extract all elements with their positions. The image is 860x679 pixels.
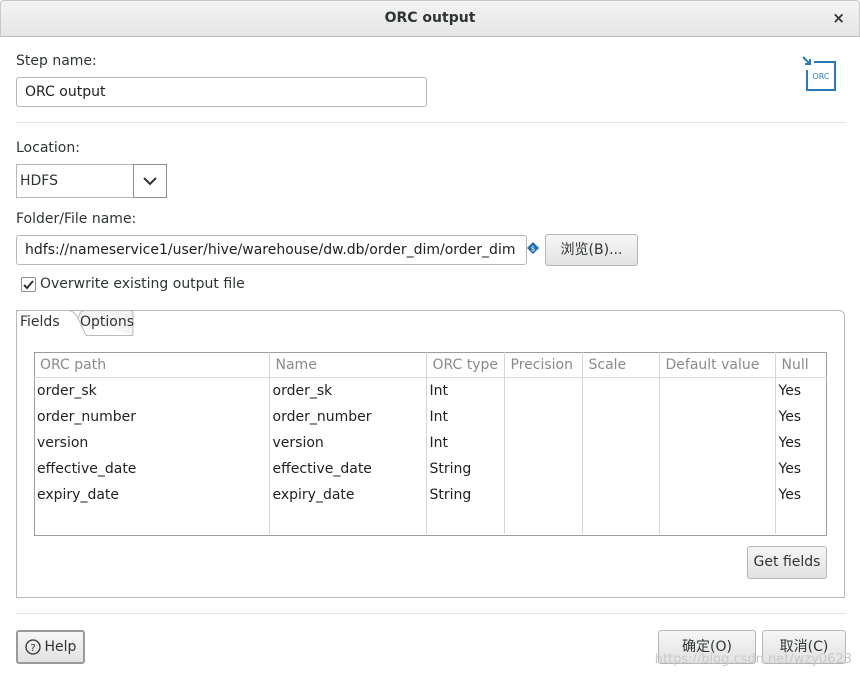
cell-orc-path[interactable]: expiry_date — [34, 482, 270, 508]
cell-null[interactable]: Yes — [775, 482, 827, 508]
cell-orc-type[interactable]: String — [426, 482, 505, 508]
cell-scale[interactable] — [582, 456, 660, 482]
column-header-default-value[interactable]: Default value — [659, 352, 776, 378]
overwrite-label: Overwrite existing output file — [40, 276, 245, 292]
location-select[interactable]: HDFS — [16, 164, 134, 198]
cell-scale[interactable] — [582, 482, 660, 508]
cell-null[interactable]: Yes — [775, 430, 827, 456]
svg-text:$: $ — [531, 245, 535, 253]
separator — [16, 613, 846, 614]
watermark: https://blog.csdn.net/wzy0623 — [654, 652, 852, 667]
table-row[interactable]: version version Int Yes — [34, 430, 827, 456]
cell-name[interactable]: expiry_date — [269, 482, 427, 508]
column-header-null[interactable]: Null — [775, 352, 827, 378]
cell-scale[interactable] — [582, 404, 660, 430]
column-header-orc-type[interactable]: ORC type — [426, 352, 505, 378]
location-dropdown-button[interactable] — [133, 164, 167, 198]
file-name-label: Folder/File name: — [16, 211, 137, 227]
file-name-input[interactable]: hdfs://nameservice1/user/hive/warehouse/… — [16, 235, 527, 265]
cell-default-value[interactable] — [659, 404, 776, 430]
cell-empty[interactable] — [775, 508, 827, 534]
cell-orc-path[interactable]: version — [34, 430, 270, 456]
cell-orc-path[interactable]: order_sk — [34, 377, 270, 404]
fields-table: ORC path Name ORC type Precision Scale D… — [34, 352, 827, 534]
cell-orc-type[interactable]: Int — [426, 430, 505, 456]
cell-null[interactable]: Yes — [775, 378, 827, 405]
tab-fields[interactable]: Fields — [20, 314, 60, 330]
cell-name[interactable]: version — [269, 430, 427, 456]
cell-default-value[interactable] — [659, 456, 776, 482]
help-icon: ? — [24, 639, 41, 655]
step-name-label: Step name: — [16, 53, 97, 69]
cell-default-value[interactable] — [659, 377, 776, 404]
variable-icon: $ — [527, 242, 539, 254]
cell-orc-type[interactable]: String — [426, 456, 505, 482]
table-header-row: ORC path Name ORC type Precision Scale D… — [34, 352, 827, 378]
cell-empty[interactable] — [659, 508, 776, 534]
cell-empty[interactable] — [504, 508, 583, 534]
location-label: Location: — [16, 140, 80, 156]
close-icon[interactable]: × — [832, 9, 845, 27]
cell-orc-type[interactable]: Int — [426, 404, 505, 430]
cell-empty[interactable] — [426, 508, 505, 534]
tab-options[interactable]: Options — [80, 314, 134, 330]
cell-scale[interactable] — [582, 430, 660, 456]
table-row[interactable]: expiry_date expiry_date String Yes — [34, 482, 827, 508]
cell-name[interactable]: effective_date — [269, 456, 427, 482]
title-bar: ORC output × — [0, 0, 860, 37]
cell-default-value[interactable] — [659, 430, 776, 456]
cell-orc-type[interactable]: Int — [426, 377, 505, 404]
get-fields-button[interactable]: Get fields — [747, 546, 827, 579]
chevron-down-icon — [143, 177, 157, 186]
checkmark-icon — [23, 280, 34, 290]
column-header-scale[interactable]: Scale — [582, 352, 660, 378]
browse-button[interactable]: 浏览(B)... — [545, 234, 638, 266]
cell-null[interactable]: Yes — [775, 456, 827, 482]
column-header-precision[interactable]: Precision — [504, 352, 583, 378]
cell-empty[interactable] — [582, 508, 660, 534]
cell-empty[interactable] — [269, 508, 427, 534]
table-row-empty[interactable] — [34, 508, 827, 534]
cell-orc-path[interactable]: effective_date — [34, 456, 270, 482]
separator — [16, 122, 846, 123]
table-row[interactable]: order_number order_number Int Yes — [34, 404, 827, 430]
step-name-input[interactable]: ORC output — [16, 77, 427, 107]
cell-scale[interactable] — [582, 377, 660, 404]
help-button[interactable]: ? Help — [16, 630, 85, 664]
cell-precision[interactable] — [504, 377, 583, 404]
cell-precision[interactable] — [504, 430, 583, 456]
cell-precision[interactable] — [504, 404, 583, 430]
window-title: ORC output — [384, 10, 476, 26]
cell-orc-path[interactable]: order_number — [34, 404, 270, 430]
svg-text:ORC: ORC — [812, 72, 829, 81]
table-row[interactable]: effective_date effective_date String Yes — [34, 456, 827, 482]
overwrite-checkbox[interactable] — [21, 277, 36, 292]
table-row[interactable]: order_sk order_sk Int Yes — [34, 377, 827, 405]
svg-text:?: ? — [30, 643, 35, 654]
orc-output-icon: ORC — [800, 54, 838, 92]
cell-null[interactable]: Yes — [775, 404, 827, 430]
cell-empty[interactable] — [34, 508, 270, 534]
help-label: Help — [44, 639, 77, 655]
cell-precision[interactable] — [504, 482, 583, 508]
column-header-name[interactable]: Name — [269, 352, 427, 378]
cell-precision[interactable] — [504, 456, 583, 482]
cell-name[interactable]: order_sk — [269, 377, 427, 404]
column-header-orc-path[interactable]: ORC path — [34, 352, 270, 378]
cell-default-value[interactable] — [659, 482, 776, 508]
cell-name[interactable]: order_number — [269, 404, 427, 430]
